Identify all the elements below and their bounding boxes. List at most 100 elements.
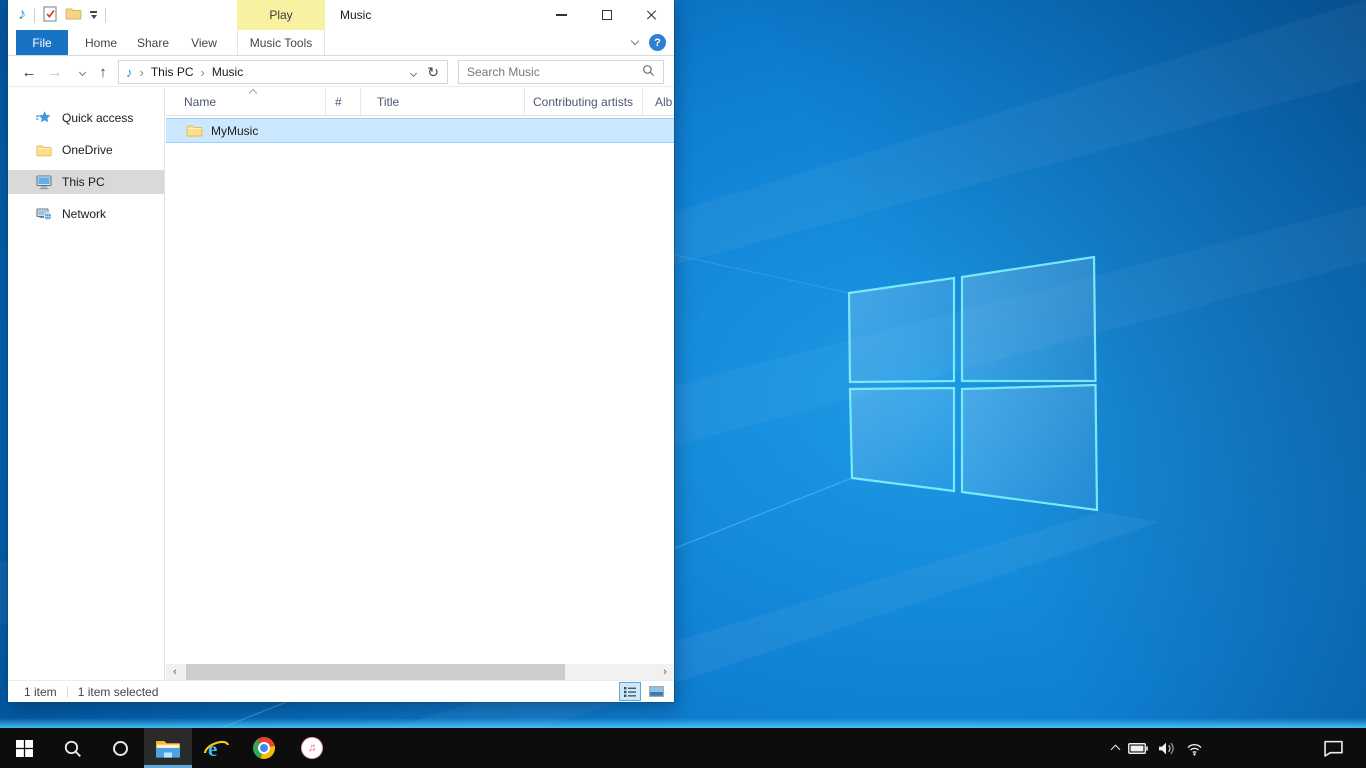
qat-dropdown-icon[interactable] [90,11,97,18]
breadcrumb-this-pc[interactable]: This PC [146,65,199,79]
wifi-icon[interactable] [1185,741,1204,756]
start-icon [16,740,33,757]
status-separator [67,686,68,698]
scroll-left-icon[interactable]: ‹ [168,664,182,680]
sidebar-item-quick-access[interactable]: Quick access [8,106,164,130]
window-controls [539,0,674,30]
tab-share[interactable]: Share [128,30,178,55]
navigation-bar: ← → ↑ ♪ › This PC › Music ↻ [8,57,674,87]
tab-music-tools[interactable]: Music Tools [237,30,325,55]
hidden-icons-chevron-icon[interactable] [1112,743,1119,753]
chevron-down-icon [410,70,417,77]
tab-view[interactable]: View [180,30,228,55]
breadcrumb-chevron-icon: › [199,65,207,80]
up-icon[interactable]: ↑ [92,57,114,87]
start-button[interactable] [0,728,48,768]
music-note-icon: ♪ [18,7,26,23]
internet-explorer-button[interactable]: e [192,728,240,768]
ribbon-tab-row: File Home Share View Music Tools ? [8,30,674,56]
cortana-button[interactable] [96,728,144,768]
forward-icon[interactable]: → [44,57,66,87]
internet-explorer-icon: e [203,735,229,761]
search-box [458,60,664,84]
column-header-album[interactable]: Alb [643,88,674,115]
back-icon[interactable]: ← [18,57,40,87]
quick-access-star-icon [36,110,52,126]
music-note-icon: ♪ [126,65,133,80]
column-label: # [335,95,342,109]
column-header-number[interactable]: # [326,88,361,115]
sidebar-item-this-pc[interactable]: This PC [8,170,164,194]
sidebar-item-network[interactable]: Network [8,202,164,226]
horizontal-scrollbar[interactable]: ‹ › [166,664,674,680]
navigation-pane: Quick access OneDrive This PC [8,88,165,680]
sidebar-item-label: OneDrive [62,143,113,157]
taskbar-file-explorer-button[interactable] [144,728,192,768]
quick-access-toolbar: ♪ [18,0,106,30]
column-header-contributing-artists[interactable]: Contributing artists [525,88,643,115]
column-header-title[interactable]: Title [361,88,525,115]
qat-separator [105,8,106,23]
this-pc-icon [36,174,52,190]
network-icon [36,206,52,222]
itunes-button[interactable]: ♫ [288,728,336,768]
column-label: Name [184,95,216,109]
help-icon[interactable]: ? [649,34,666,51]
view-toggle-buttons [619,682,667,701]
window-title: Music [340,0,371,30]
selection-count: 1 item selected [78,685,159,699]
taskbar-search-icon [63,739,82,758]
search-icon[interactable] [642,64,655,80]
properties-icon[interactable] [43,6,57,25]
thumbnail-view-button[interactable] [645,682,667,701]
qat-separator [34,8,35,23]
onedrive-folder-icon [36,142,52,158]
ribbon-collapse-icon[interactable] [631,37,639,45]
breadcrumb-music[interactable]: Music [207,65,248,79]
itunes-icon: ♫ [301,737,323,759]
file-explorer-window: ♪ Play Music File Home [8,0,674,702]
maximize-button[interactable] [584,0,629,30]
chrome-button[interactable] [240,728,288,768]
file-list-area: Name # Title Contributing artists Alb My… [166,88,674,680]
column-label: Alb [655,95,672,109]
new-folder-icon[interactable] [65,7,82,23]
svg-text:e: e [208,737,217,761]
minimize-button[interactable] [539,0,584,30]
scrollbar-thumb[interactable] [186,664,565,680]
taskbar-search-button[interactable] [48,728,96,768]
tab-file[interactable]: File [16,30,68,55]
recent-locations-icon[interactable] [74,57,90,87]
action-center-icon[interactable] [1324,728,1343,768]
refresh-icon[interactable]: ↻ [423,64,447,81]
desktop: ♪ Play Music File Home [0,0,1366,768]
file-rows: MyMusic [166,116,674,664]
itunes-note-glyph: ♫ [308,742,316,754]
close-button[interactable] [629,0,674,30]
battery-icon[interactable] [1128,743,1148,754]
address-dropdown-icon[interactable] [404,65,423,79]
sidebar-item-label: This PC [62,175,105,189]
column-label: Title [377,95,399,109]
address-bar[interactable]: ♪ › This PC › Music ↻ [118,60,448,84]
details-view-button[interactable] [619,682,641,701]
column-label: Contributing artists [533,95,633,109]
file-row-mymusic[interactable]: MyMusic [166,118,674,143]
tab-home[interactable]: Home [76,30,126,55]
sidebar-item-onedrive[interactable]: OneDrive [8,138,164,162]
system-tray [1112,728,1204,768]
status-bar: 1 item 1 item selected [8,680,674,702]
sort-ascending-icon [249,89,257,97]
item-count: 1 item [24,685,57,699]
titlebar: ♪ Play Music [8,0,674,30]
search-input[interactable] [459,65,642,79]
chevron-down-icon [78,68,85,75]
contextual-tab-group-label[interactable]: Play [237,0,325,30]
volume-icon[interactable] [1157,741,1176,756]
scroll-right-icon[interactable]: › [658,664,672,680]
column-header-name[interactable]: Name [166,88,326,115]
folder-icon [186,124,203,137]
main-area: Quick access OneDrive This PC [8,88,674,680]
taskbar: e ♫ [0,728,1366,768]
sidebar-item-label: Network [62,207,106,221]
